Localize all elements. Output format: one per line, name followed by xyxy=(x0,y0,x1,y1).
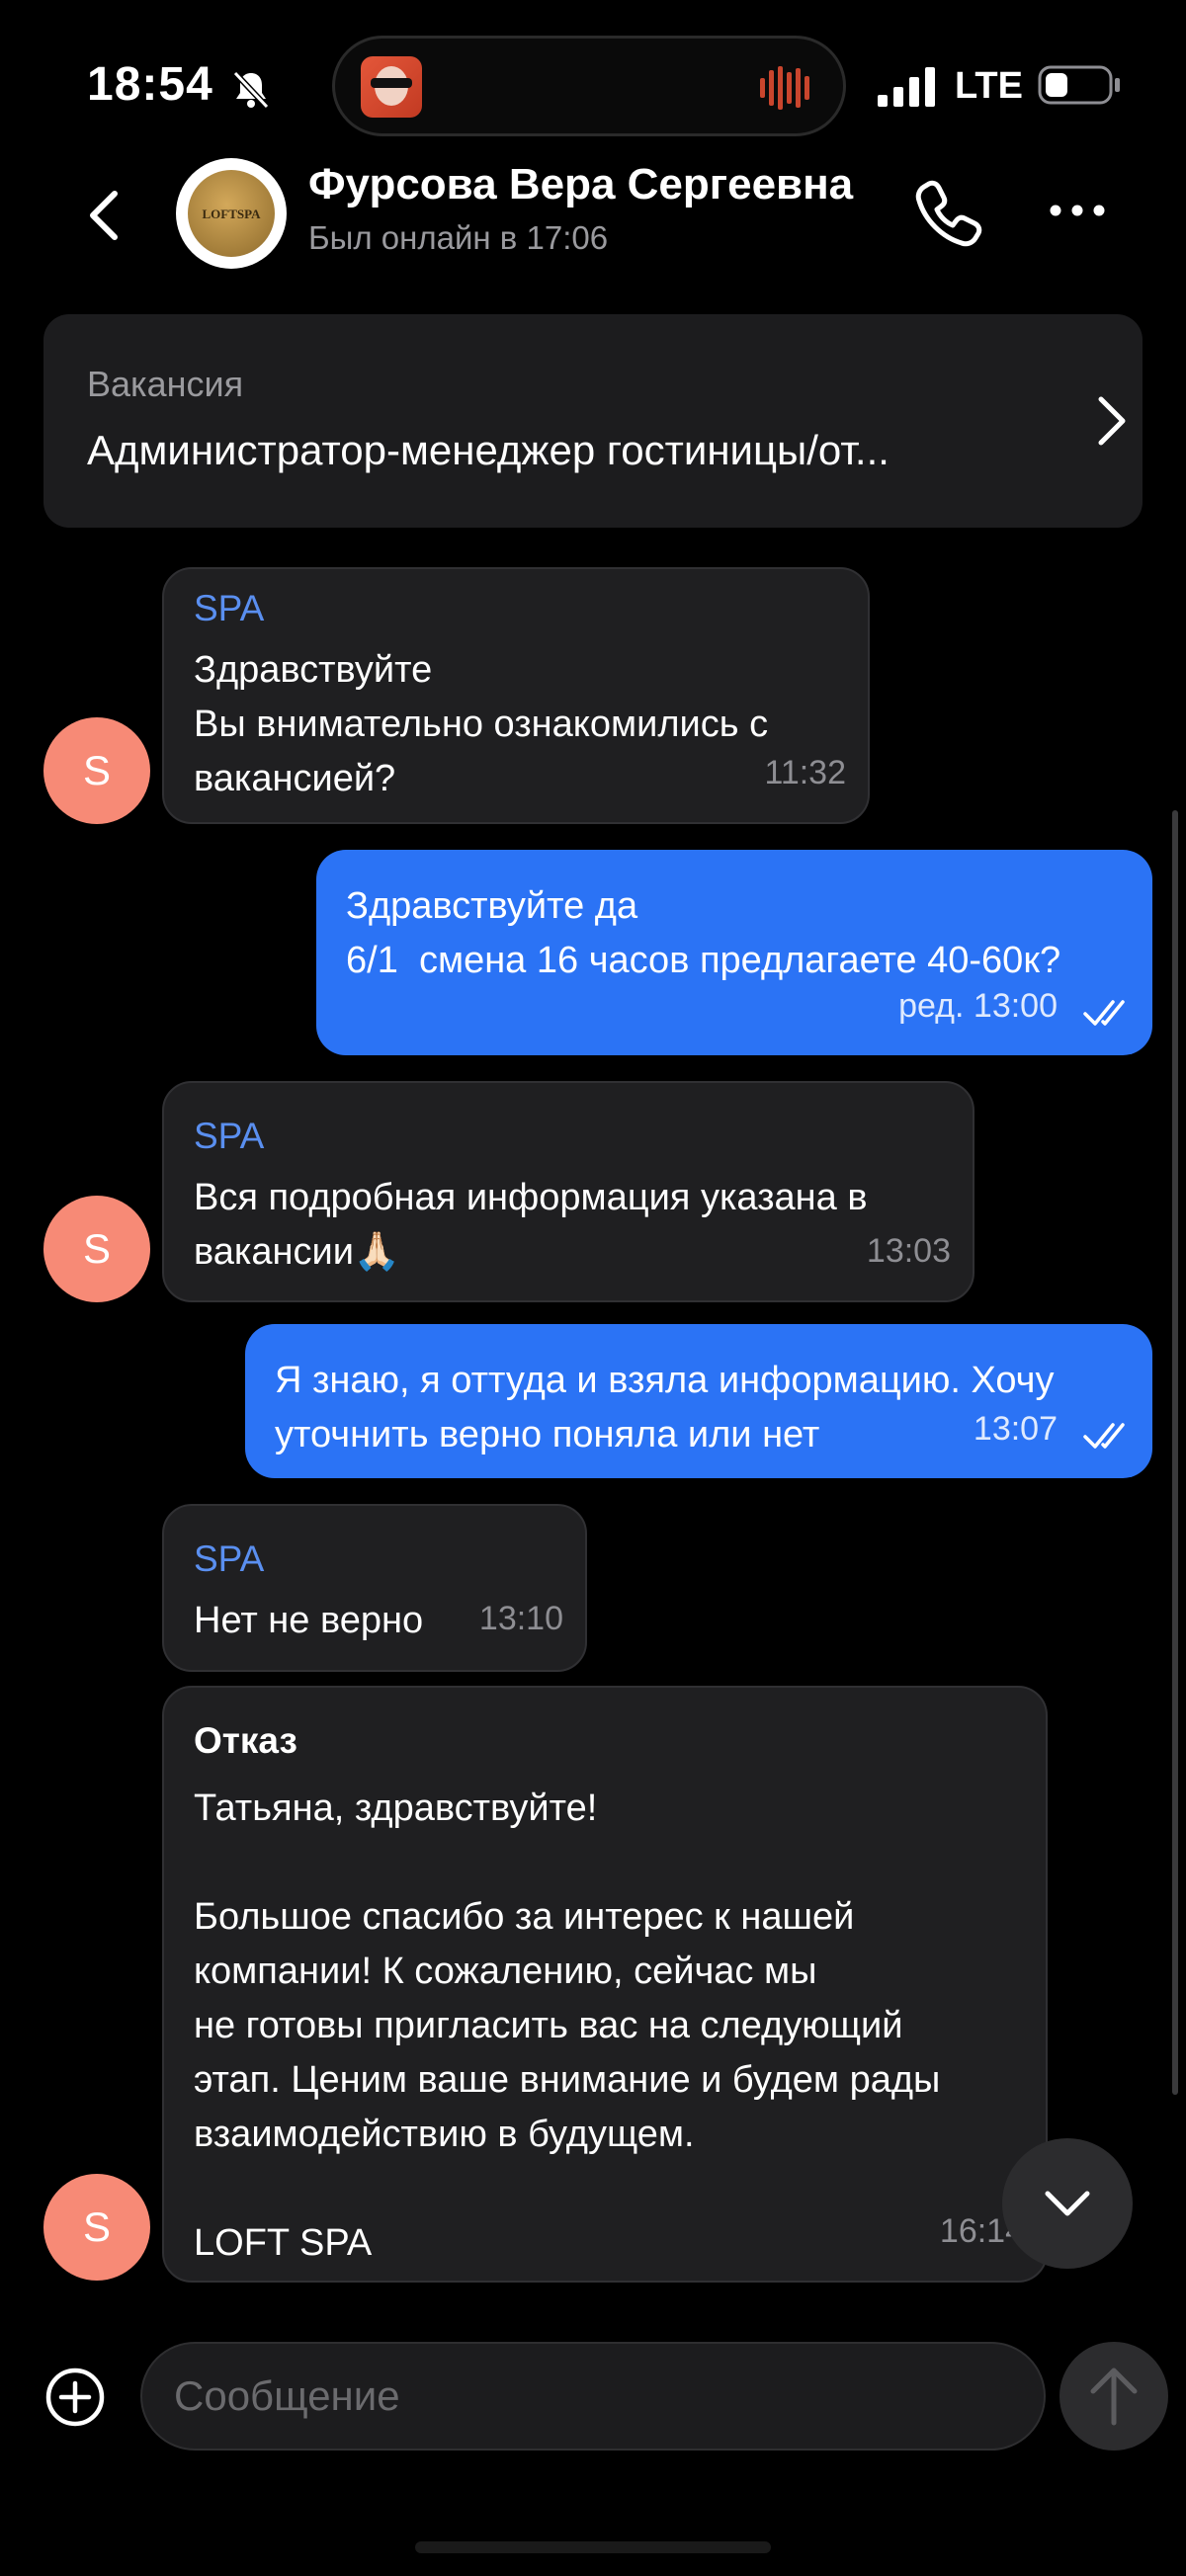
network-type: LTE xyxy=(955,65,1023,107)
message-time: 13:07 xyxy=(973,1410,1058,1448)
message-text: Татьяна, здравствуйте! Большое спасибо з… xyxy=(194,1787,941,2264)
phone-icon[interactable] xyxy=(911,176,986,251)
scrollbar[interactable] xyxy=(1172,810,1178,2095)
message-bubble-incoming[interactable]: Отказ Татьяна, здравствуйте! Большое спа… xyxy=(162,1686,1048,2283)
signal-icon xyxy=(878,67,935,107)
contact-status: Был онлайн в 17:06 xyxy=(308,219,609,256)
message-bubble-incoming[interactable]: SPA Вся подробная информация указана в в… xyxy=(162,1081,974,1302)
arrow-up-icon xyxy=(1090,2368,1138,2426)
message-text: Здравствуйте да 6/1 смена 16 часов предл… xyxy=(346,885,1061,981)
back-chevron-icon[interactable] xyxy=(79,186,128,245)
contact-name[interactable]: Фурсова Вера Сергеевна xyxy=(308,160,853,209)
dynamic-island[interactable] xyxy=(332,36,846,136)
audio-wave-icon xyxy=(760,66,809,110)
status-time: 18:54 xyxy=(87,58,213,111)
message-bubble-incoming[interactable]: SPA Здравствуйте Вы внимательно ознакоми… xyxy=(162,567,870,824)
chat-header: LOFTSPA Фурсова Вера Сергеевна Был онлай… xyxy=(0,148,1186,277)
message-bubble-incoming[interactable]: SPA Нет не верно 13:10 xyxy=(162,1504,587,1672)
status-bar: 18:54 LTE xyxy=(0,0,1186,158)
message-sender: SPA xyxy=(194,1116,265,1156)
now-playing-artwork xyxy=(361,56,422,118)
message-time: 11:32 xyxy=(764,754,846,791)
chevron-down-icon xyxy=(1045,2191,1090,2216)
double-check-icon xyxy=(1083,1000,1125,1026)
avatar-logo-text: LOFTSPA xyxy=(202,206,261,221)
send-button[interactable] xyxy=(1059,2342,1168,2451)
message-sender: SPA xyxy=(194,588,265,628)
message-text: Здравствуйте Вы внимательно ознакомились… xyxy=(194,649,769,799)
message-title: Отказ xyxy=(194,1720,297,1761)
vacancy-card[interactable]: Вакансия Администратор-менеджер гостиниц… xyxy=(43,314,1143,528)
scroll-down-button[interactable] xyxy=(1002,2138,1133,2269)
message-composer xyxy=(0,2332,1186,2490)
message-bubble-outgoing[interactable]: Я знаю, я оттуда и взяла информацию. Хоч… xyxy=(245,1324,1152,1478)
message-sender: SPA xyxy=(194,1538,265,1579)
message-bubble-outgoing[interactable]: Здравствуйте да 6/1 смена 16 часов предл… xyxy=(316,850,1152,1055)
message-time: 13:10 xyxy=(478,1600,563,1637)
plus-circle-icon[interactable] xyxy=(43,2366,107,2429)
message-time: ред. 13:00 xyxy=(898,987,1058,1025)
sender-avatar[interactable]: S xyxy=(43,1196,150,1302)
more-dots-icon[interactable] xyxy=(1048,196,1107,225)
message-text: Вся подробная информация указана в вакан… xyxy=(194,1177,868,1273)
vacancy-label: Вакансия xyxy=(87,364,244,404)
double-check-icon xyxy=(1083,1423,1125,1449)
sender-avatar[interactable]: S xyxy=(43,2174,150,2281)
bell-muted-icon xyxy=(232,70,270,110)
battery-icon xyxy=(1038,65,1120,105)
contact-avatar[interactable]: LOFTSPA xyxy=(176,158,287,269)
home-indicator xyxy=(415,2541,771,2553)
chevron-right-icon xyxy=(1098,396,1126,446)
message-time: 13:03 xyxy=(866,1232,951,1270)
message-input[interactable] xyxy=(140,2342,1046,2451)
sender-avatar[interactable]: S xyxy=(43,717,150,824)
vacancy-title: Администратор-менеджер гостиницы/от... xyxy=(87,427,890,473)
